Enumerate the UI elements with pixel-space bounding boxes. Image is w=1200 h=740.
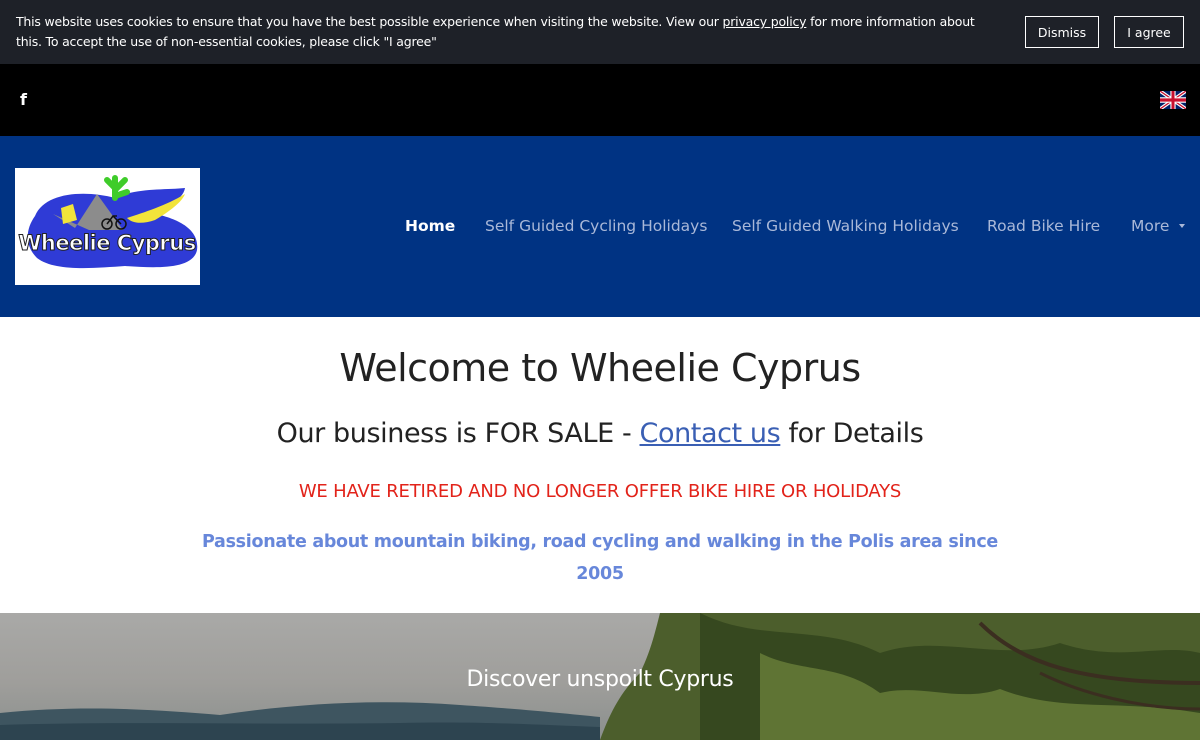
uk-flag-icon[interactable] (1160, 91, 1186, 109)
privacy-policy-link[interactable]: privacy policy (723, 14, 807, 29)
cookie-message: This website uses cookies to ensure that… (16, 12, 1001, 52)
chevron-down-icon[interactable] (1179, 224, 1185, 228)
cookie-text-before: This website uses cookies to ensure that… (16, 14, 723, 29)
page-title: Welcome to Wheelie Cyprus (339, 346, 861, 390)
nav-item-walking-holidays[interactable]: Self Guided Walking Holidays (732, 214, 959, 238)
cookie-banner: This website uses cookies to ensure that… (0, 0, 1200, 64)
hero-title: Discover unspoilt Cyprus (466, 667, 734, 692)
contact-us-link[interactable]: Contact us (640, 418, 781, 449)
main-nav: Home Self Guided Cycling Holidays Self G… (0, 214, 1200, 238)
agree-button[interactable]: I agree (1114, 16, 1184, 48)
facebook-icon[interactable]: f (20, 88, 36, 112)
tagline: Passionate about mountain biking, road c… (202, 532, 998, 584)
nav-item-cycling-holidays[interactable]: Self Guided Cycling Holidays (485, 214, 707, 238)
for-sale-line: Our business is FOR SALE - Contact us fo… (0, 415, 1200, 453)
site-header: Wheelie Cyprus Home Self Guided Cycling … (0, 136, 1200, 317)
top-bar: f (0, 64, 1200, 136)
nav-item-more[interactable]: More (1131, 214, 1169, 238)
dismiss-button[interactable]: Dismiss (1025, 16, 1099, 48)
for-details-text: for Details (780, 418, 924, 449)
nav-item-home[interactable]: Home (405, 214, 455, 238)
hero-banner: Discover unspoilt Cyprus (0, 613, 1200, 740)
for-sale-text: Our business is FOR SALE - (276, 418, 640, 449)
nav-item-road-bike-hire[interactable]: Road Bike Hire (987, 214, 1100, 238)
retired-notice: WE HAVE RETIRED AND NO LONGER OFFER BIKE… (298, 481, 902, 502)
